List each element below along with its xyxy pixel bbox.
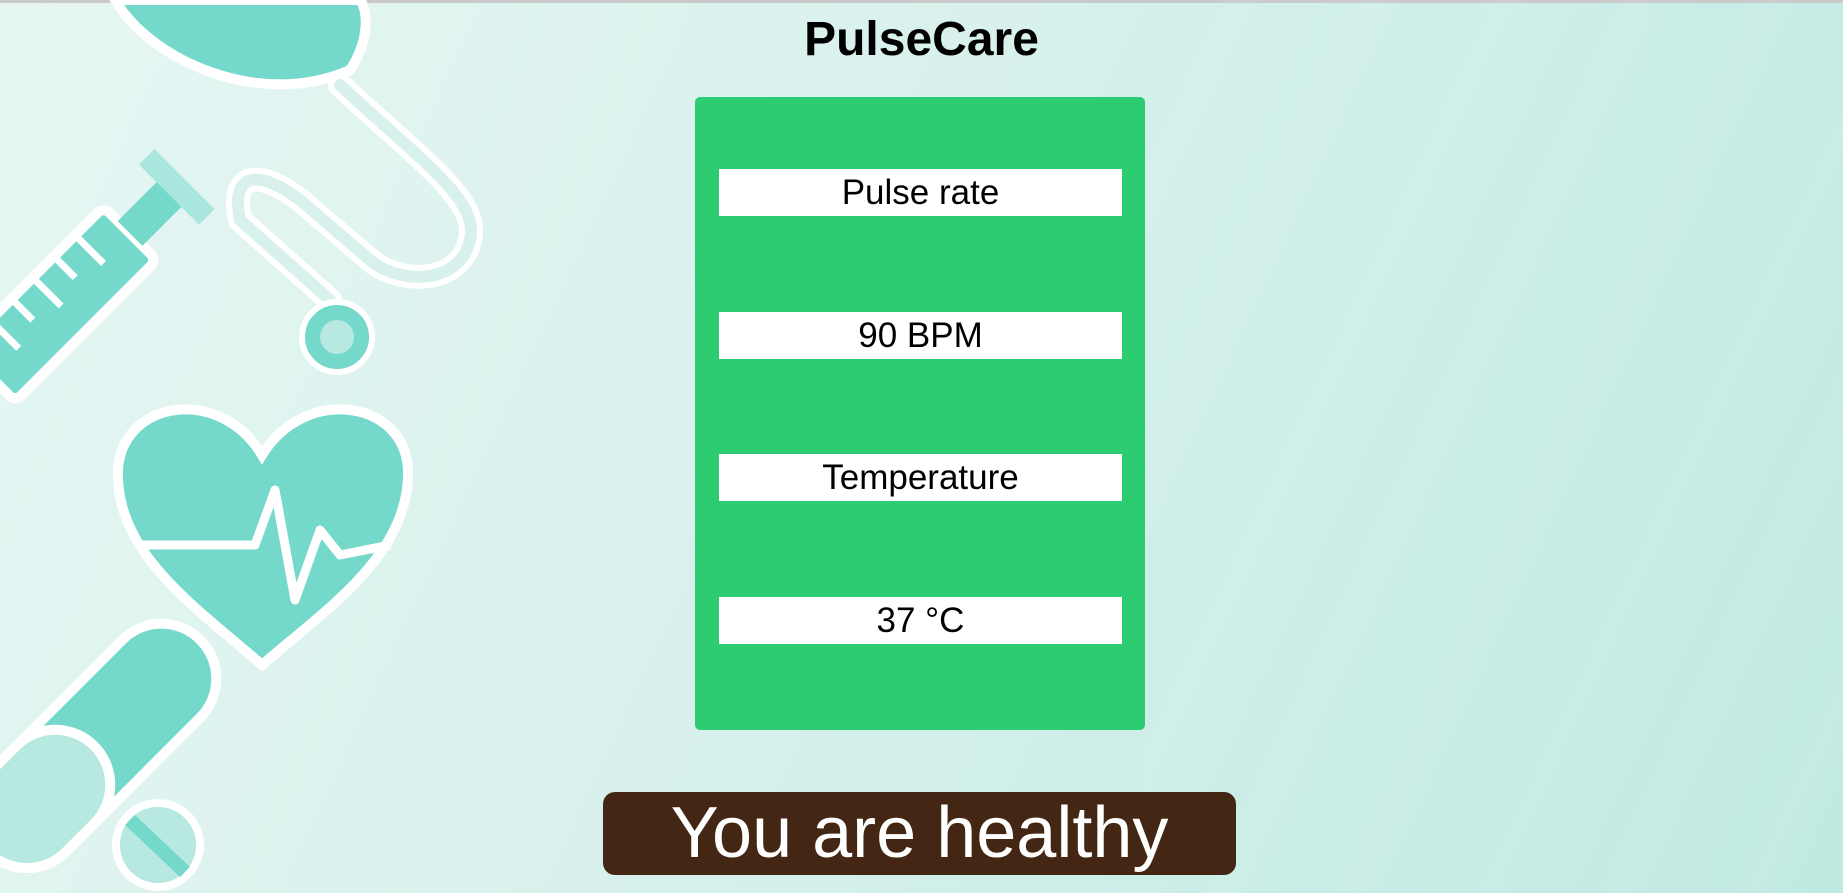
temperature-value: 37 °C <box>719 597 1122 644</box>
pulse-rate-label: Pulse rate <box>719 169 1122 216</box>
vitals-card: Pulse rate 90 BPM Temperature 37 °C <box>695 97 1145 730</box>
pulse-rate-value: 90 BPM <box>719 312 1122 359</box>
medical-illustration <box>0 0 484 891</box>
health-status-banner: You are healthy <box>603 792 1236 875</box>
background-sheen <box>1143 0 1843 893</box>
temperature-label: Temperature <box>719 454 1122 501</box>
tablet-icon <box>112 799 204 891</box>
syringe-icon <box>0 148 215 404</box>
app-title: PulseCare <box>804 13 1039 66</box>
